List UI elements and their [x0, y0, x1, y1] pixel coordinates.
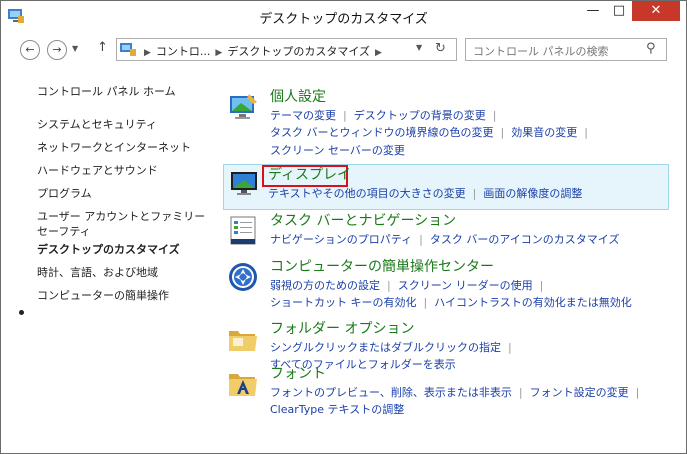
breadcrumb: ▶ コントロ... ▶ デスクトップのカスタマイズ ▶ — [139, 43, 387, 59]
link-change-background[interactable]: デスクトップの背景の変更 — [354, 109, 486, 122]
display-icon — [231, 172, 257, 195]
link-toggle-high-contrast[interactable]: ハイコントラストの有効化または無効化 — [434, 296, 632, 309]
ease-of-access-icon — [229, 263, 257, 291]
category-folder-options: フォルダー オプション シングルクリックまたはダブルクリックの指定 |すべてのファ… — [223, 320, 669, 371]
link-change-screen-saver[interactable]: スクリーン セーバーの変更 — [270, 144, 405, 157]
breadcrumb-item-current[interactable]: デスクトップのカスタマイズ — [227, 45, 370, 58]
search-icon[interactable]: ⚲ — [646, 41, 656, 56]
breadcrumb-separator-icon[interactable]: ▶ — [375, 48, 382, 58]
control-panel-window: デスクトップのカスタマイズ — □ ✕ ← → ▼ ↑ ▶ コントロ... ▶ デスク… — [0, 0, 687, 454]
link-low-vision-settings[interactable]: 弱視の方のための設定 — [270, 279, 380, 292]
current-item-bullet-icon — [19, 310, 24, 315]
link-change-window-color[interactable]: タスク バーとウィンドウの境界線の色の変更 — [270, 126, 494, 139]
sidebar-item-appearance[interactable]: デスクトップのカスタマイズ — [37, 242, 180, 257]
category-title[interactable]: コンピューターの簡単操作センター — [270, 258, 494, 276]
link-separator: | — [387, 279, 391, 292]
sidebar-item-programs[interactable]: プログラム — [37, 186, 92, 201]
category-title[interactable]: フォルダー オプション — [270, 320, 414, 338]
title-bar[interactable]: デスクトップのカスタマイズ — □ ✕ — [1, 1, 686, 32]
control-panel-icon — [120, 43, 136, 56]
category-title[interactable]: タスク バーとナビゲーション — [270, 212, 456, 230]
personalization-icon — [230, 94, 257, 119]
link-navigation-properties[interactable]: ナビゲーションのプロパティ — [270, 233, 412, 246]
category-ease-of-access-center: コンピューターの簡単操作センター 弱視の方のための設定 | スクリーン リーダーの使… — [223, 258, 669, 318]
category-links: フォントのプレビュー、削除、表示または非表示 | フォント設定の変更 | ClearT… — [270, 384, 670, 419]
link-separator: | — [343, 109, 347, 122]
link-single-double-click[interactable]: シングルクリックまたはダブルクリックの指定 — [270, 341, 501, 354]
link-separator: | — [419, 233, 423, 246]
link-text-size[interactable]: テキストやその他の項目の大きさの変更 — [268, 187, 466, 200]
sidebar-item-home[interactable]: コントロール パネル ホーム — [37, 84, 176, 99]
link-cleartype[interactable]: ClearType テキストの調整 — [270, 403, 404, 416]
category-links: テキストやその他の項目の大きさの変更 | 画面の解像度の調整 — [268, 185, 668, 202]
link-change-font-settings[interactable]: フォント設定の変更 — [530, 386, 629, 399]
search-placeholder[interactable]: コントロール パネルの検索 — [473, 43, 609, 59]
category-links: ナビゲーションのプロパティ | タスク バーのアイコンのカスタマイズ — [270, 231, 670, 248]
address-bar[interactable]: ▶ コントロ... ▶ デスクトップのカスタマイズ ▶ ▼ ↻ — [116, 38, 457, 61]
category-title[interactable]: 個人設定 — [270, 88, 326, 106]
sidebar-item-user-accounts[interactable]: ユーザー アカウントとファミリー セーフティ — [37, 209, 207, 239]
category-title[interactable]: フォント — [270, 365, 326, 383]
link-separator: | — [518, 386, 523, 399]
category-fonts: フォント フォントのプレビュー、削除、表示または非表示 | フォント設定の変更 | C… — [223, 365, 669, 425]
category-taskbar-navigation: タスク バーとナビゲーション ナビゲーションのプロパティ | タスク バーのアイコン… — [223, 212, 669, 252]
minimize-button[interactable]: — — [580, 1, 606, 21]
breadcrumb-separator-icon[interactable]: ▶ — [215, 48, 222, 58]
link-separator: | — [508, 341, 512, 354]
back-arrow-icon[interactable]: ← — [20, 40, 40, 60]
folder-icon — [229, 331, 257, 351]
maximize-button[interactable]: □ — [606, 1, 632, 21]
sidebar-item-network[interactable]: ネットワークとインターネット — [37, 140, 191, 155]
sidebar-item-system-security[interactable]: システムとセキュリティ — [37, 117, 157, 132]
breadcrumb-separator-icon[interactable]: ▶ — [144, 48, 151, 58]
link-separator: | — [492, 109, 497, 122]
address-dropdown-icon[interactable]: ▼ — [416, 43, 422, 52]
category-links: 弱視の方のための設定 | スクリーン リーダーの使用 | ショートカット キーの有効化… — [270, 277, 670, 312]
link-separator: | — [500, 126, 505, 140]
category-links: テーマの変更 | デスクトップの背景の変更 | タスク バーとウィンドウの境界線の色の… — [270, 107, 670, 159]
forward-arrow-icon[interactable]: → — [47, 40, 67, 60]
link-screen-resolution[interactable]: 画面の解像度の調整 — [483, 187, 582, 200]
link-customize-taskbar-icons[interactable]: タスク バーのアイコンのカスタマイズ — [430, 233, 620, 246]
sidebar-item-ease-of-access[interactable]: コンピューターの簡単操作 — [37, 288, 169, 303]
link-separator: | — [423, 296, 428, 310]
link-change-theme[interactable]: テーマの変更 — [270, 109, 336, 122]
sidebar-item-clock-language[interactable]: 時計、言語、および地域 — [37, 265, 158, 280]
search-box[interactable]: コントロール パネルの検索 ⚲ — [465, 38, 667, 61]
up-arrow-icon[interactable]: ↑ — [97, 40, 108, 55]
link-separator: | — [584, 126, 588, 140]
link-separator: | — [539, 279, 544, 292]
link-separator: | — [635, 386, 640, 399]
breadcrumb-item-control-panel[interactable]: コントロ... — [156, 45, 211, 58]
link-enable-shortcut-keys[interactable]: ショートカット キーの有効化 — [270, 296, 417, 309]
link-use-screen-reader[interactable]: スクリーン リーダーの使用 — [398, 279, 533, 292]
navigation-bar: ← → ▼ ↑ ▶ コントロ... ▶ デスクトップのカスタマイズ ▶ ▼ ↻ コントロ… — [1, 32, 686, 68]
category-display[interactable]: ディスプレイ テキストやその他の項目の大きさの変更 | 画面の解像度の調整 — [223, 164, 669, 210]
link-preview-fonts[interactable]: フォントのプレビュー、削除、表示または非表示 — [270, 386, 512, 399]
sidebar: コントロール パネル ホーム システムとセキュリティ ネットワークとインターネッ… — [1, 68, 216, 453]
link-change-sounds[interactable]: 効果音の変更 — [511, 126, 577, 139]
recent-locations-chevron-icon[interactable]: ▼ — [72, 44, 78, 53]
category-personalization: 個人設定 テーマの変更 | デスクトップの背景の変更 | タスク バーとウィンドウの境… — [223, 88, 669, 158]
taskbar-icon — [230, 216, 256, 245]
sidebar-item-hardware-sound[interactable]: ハードウェアとサウンド — [37, 163, 158, 178]
link-separator: | — [472, 187, 477, 200]
close-button[interactable]: ✕ — [632, 1, 680, 21]
fonts-icon — [229, 374, 257, 396]
refresh-icon[interactable]: ↻ — [435, 41, 446, 56]
category-title[interactable]: ディスプレイ — [268, 166, 351, 184]
